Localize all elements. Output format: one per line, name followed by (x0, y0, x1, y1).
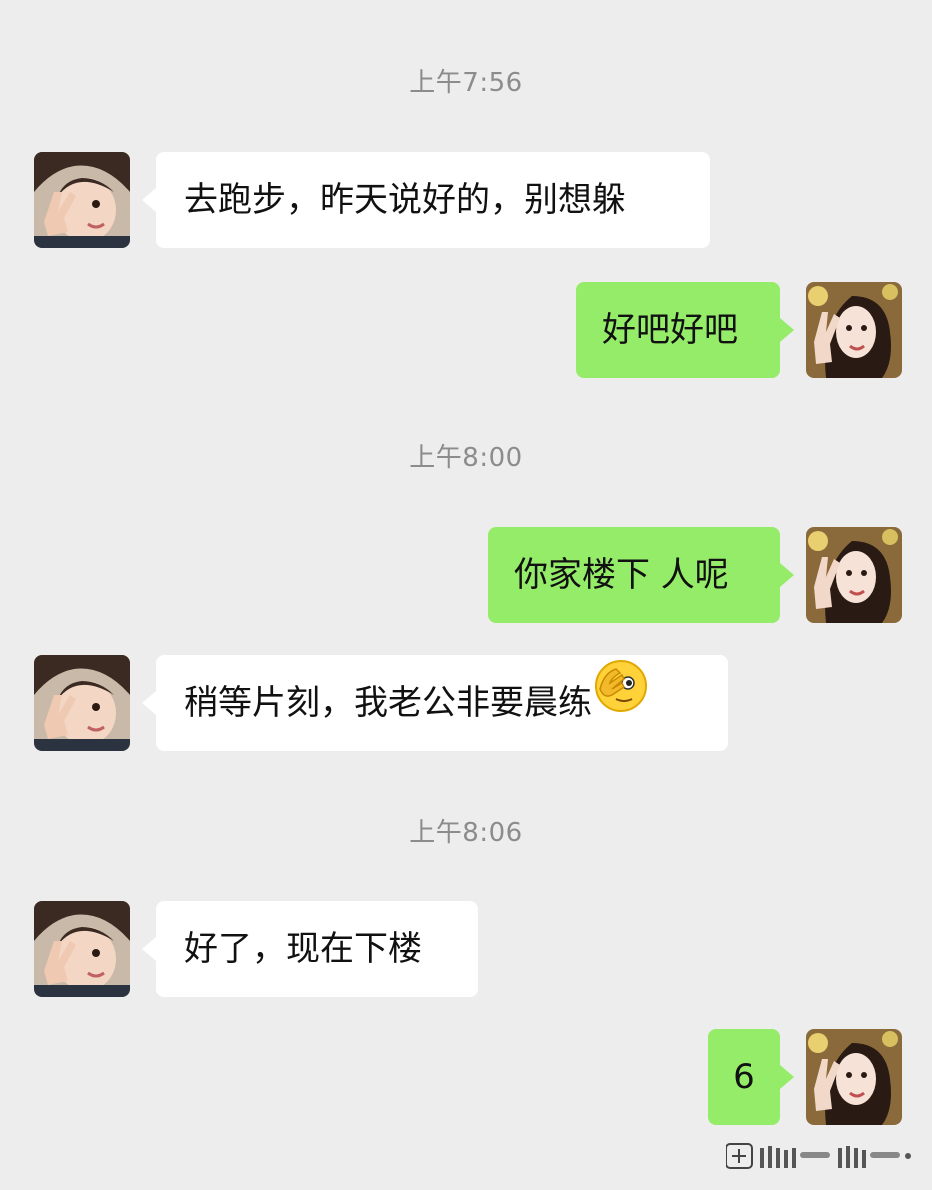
timestamp: 上午8:06 (409, 818, 523, 848)
chat-area: 上午7:56 去跑步，昨天说好的，别想躲 好吧好吧 上午8:00 你家楼下 人呢… (0, 0, 932, 1190)
message-bubble-outgoing[interactable]: 好吧好吧 (576, 282, 794, 378)
message-text: 好了，现在下楼 (184, 929, 422, 969)
message-bubble-outgoing[interactable]: 你家楼下 人呢 (488, 527, 794, 623)
message-text: 你家楼下 人呢 (514, 555, 729, 595)
timestamp: 上午7:56 (409, 68, 523, 98)
message-text: 6 (733, 1057, 755, 1097)
message-bubble-outgoing[interactable]: 6 (708, 1029, 794, 1125)
timestamp: 上午8:00 (409, 443, 523, 473)
woman-avatar-icon (806, 1029, 902, 1125)
woman-avatar-icon (806, 282, 902, 378)
self-avatar[interactable] (806, 527, 902, 623)
contact-avatar[interactable] (34, 152, 130, 248)
contact-avatar[interactable] (34, 901, 130, 997)
woman-avatar-icon (806, 527, 902, 623)
message-text: 去跑步，昨天说好的，别想躲 (184, 180, 626, 220)
facepalm-peek-emoji-icon (594, 654, 648, 750)
platform-watermark-icon (725, 1142, 916, 1172)
self-avatar[interactable] (806, 1029, 902, 1125)
message-text: 稍等片刻，我老公非要晨练 (184, 683, 592, 723)
message-bubble-incoming[interactable]: 稍等片刻，我老公非要晨练 (142, 654, 728, 751)
message-text: 好吧好吧 (602, 310, 738, 350)
contact-avatar[interactable] (34, 655, 130, 751)
self-avatar[interactable] (806, 282, 902, 378)
child-avatar-icon (34, 152, 130, 248)
child-avatar-icon (34, 901, 130, 997)
message-bubble-incoming[interactable]: 去跑步，昨天说好的，别想躲 (142, 152, 710, 248)
message-bubble-incoming[interactable]: 好了，现在下楼 (142, 901, 478, 997)
child-avatar-icon (34, 655, 130, 751)
